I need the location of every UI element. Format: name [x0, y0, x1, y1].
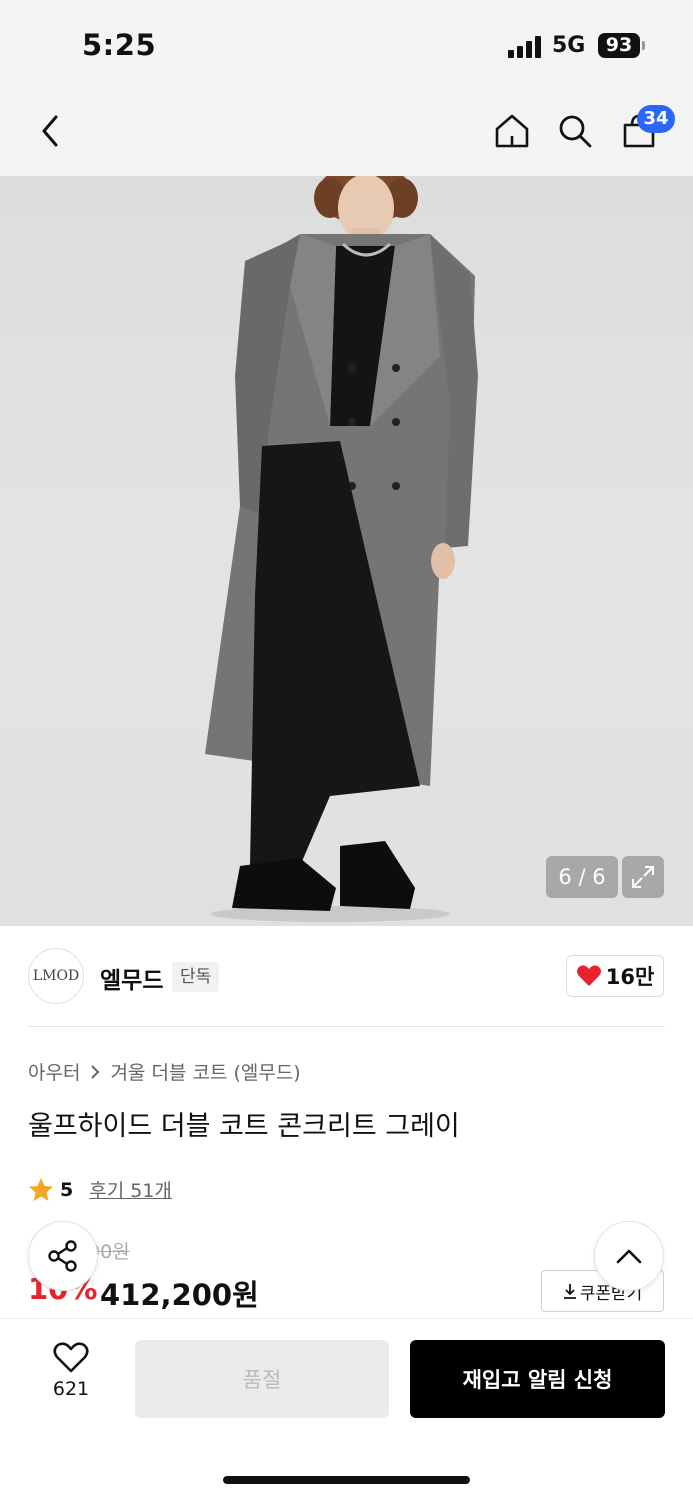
- heart-icon: [576, 965, 601, 986]
- wish-count: 621: [52, 1378, 90, 1400]
- divider: [28, 1026, 665, 1027]
- brand-like-count: 16만: [605, 965, 655, 989]
- scroll-top-button[interactable]: [594, 1221, 664, 1291]
- heart-outline-icon: [53, 1342, 89, 1373]
- status-bar: 5:25 5G 93: [0, 0, 693, 92]
- search-button[interactable]: [550, 106, 600, 156]
- breadcrumb-category[interactable]: 아우터: [28, 1058, 80, 1085]
- review-link[interactable]: 후기 51개: [89, 1176, 172, 1203]
- battery-icon: 93: [598, 33, 640, 58]
- search-icon: [559, 115, 592, 148]
- expand-icon: [632, 866, 654, 888]
- top-nav: [0, 92, 693, 176]
- wish-button[interactable]: 621: [40, 1342, 102, 1400]
- expand-button[interactable]: [622, 856, 664, 898]
- back-button[interactable]: [25, 106, 75, 156]
- network-label: 5G: [552, 33, 586, 58]
- download-icon: [563, 1284, 576, 1299]
- brand-logo[interactable]: LMOD: [28, 948, 84, 1004]
- model-photo: [205, 176, 478, 922]
- sale-price: 412,200원: [100, 1278, 259, 1312]
- star-icon: [29, 1177, 53, 1201]
- home-button[interactable]: [487, 106, 537, 156]
- image-counter: 6 / 6: [546, 856, 618, 898]
- home-icon: [495, 114, 529, 148]
- cart-count-badge: 34: [637, 105, 675, 133]
- home-indicator: [223, 1476, 470, 1484]
- share-button[interactable]: [28, 1221, 98, 1291]
- signal-icon: [508, 36, 542, 58]
- chevron-right-icon: [91, 1064, 100, 1079]
- soldout-button[interactable]: 품절: [135, 1340, 389, 1418]
- brand-name[interactable]: 엘무드: [100, 961, 163, 995]
- rating-score: 5: [60, 1178, 74, 1201]
- exclusive-badge: 단독: [172, 962, 220, 992]
- brand-like-button[interactable]: 16만: [566, 955, 664, 997]
- status-time: 5:25: [82, 28, 157, 62]
- rating: 5 후기 51개: [28, 1176, 172, 1203]
- breadcrumb-subcategory[interactable]: 겨울 더블 코트 (엘무드): [110, 1058, 300, 1085]
- chevron-left-icon: [42, 115, 58, 147]
- share-icon: [48, 1240, 77, 1272]
- battery-tip: [642, 41, 645, 50]
- breadcrumb: 아우터 겨울 더블 코트 (엘무드): [28, 1058, 301, 1085]
- restock-alert-button[interactable]: 재입고 알림 신청: [410, 1340, 665, 1418]
- product-image[interactable]: [0, 176, 693, 926]
- product-title: 울프하이드 더블 코트 콘크리트 그레이: [28, 1111, 460, 1142]
- chevron-up-icon: [616, 1249, 642, 1264]
